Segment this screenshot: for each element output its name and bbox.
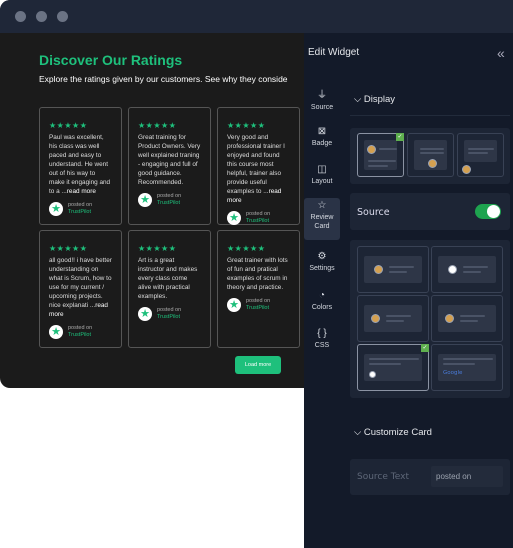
review-body: Art is a great instructor and makes ever… [138,257,198,300]
window-dot-icon [36,11,47,22]
nav-label: Review Card [310,214,334,230]
source-text-row: Source Text [350,459,510,495]
nav-settings[interactable]: ⚙ Settings [304,249,340,273]
customize-card-label: Customize Card [363,427,432,438]
rating-stars: ★★★★★ [138,244,177,253]
trustpilot-star-icon: ★ [227,211,241,225]
posted-on-label: posted on [157,193,182,199]
nav-css[interactable]: { } CSS [304,326,340,350]
customize-card-section-header[interactable]: ⌵ Customize Card [354,427,432,438]
source-text-label: Source Text [357,472,409,482]
review-text: Paul was excellent, his class was well p… [49,133,112,196]
source-name[interactable]: TrustPilot [246,305,270,312]
display-option-3[interactable] [457,133,504,177]
rating-stars: ★★★★★ [49,121,88,130]
nav-layout[interactable]: ◫ Layout [304,162,340,186]
rating-stars: ★★★★★ [227,121,266,130]
source-toggle-label: Source [357,207,390,218]
nav-label: Badge [311,140,333,147]
source-toggle[interactable] [475,204,501,219]
layout-icon: ◫ [317,164,327,175]
window-dot-icon [15,11,26,22]
selected-check-icon: ✓ [396,133,404,141]
trustpilot-star-icon: ★ [138,307,152,321]
google-icon [448,265,457,274]
rating-stars: ★★★★★ [138,121,177,130]
source-name[interactable]: TrustPilot [68,332,92,339]
read-more-link[interactable]: read more [67,188,96,195]
rating-stars: ★★★★★ [227,244,266,253]
review-text: Art is a great instructor and makes ever… [138,256,201,301]
review-body: Very good and professional trainer I enj… [227,134,285,195]
review-text: Great training for Product Owners. Very … [138,133,201,187]
badge-icon: ⊠ [317,126,327,137]
review-card: ★★★★★ Great trainer with lots of fun and… [217,230,300,348]
preview-window: Discover Our Ratings Explore the ratings… [0,0,320,388]
nav-label: CSS [314,342,330,349]
trustpilot-star-icon: ★ [138,193,152,207]
posted-on-label: posted on [157,307,182,313]
trustpilot-star-icon: ★ [49,202,63,216]
nav-colors[interactable]: ◔ Colors [304,288,340,312]
posted-on-label: posted on [68,325,93,331]
posted-on-label: posted on [68,202,93,208]
card-style-5[interactable]: ✓ [357,344,429,391]
source-name[interactable]: TrustPilot [246,218,270,225]
review-card: ★★★★★ Paul was excellent, his class was … [39,107,122,225]
google-logo: Google [443,370,463,376]
display-options: ✓ [350,128,510,184]
settings-icon: ⚙ [317,251,327,262]
nav-badge[interactable]: ⊠ Badge [304,124,340,148]
review-text: all good!! i have better understanding o… [49,256,112,319]
nav-source[interactable]: ⏚ Source [304,88,340,112]
source-text-input[interactable] [431,466,503,487]
window-titlebar [0,0,320,33]
nav-label: Layout [311,178,333,185]
display-option-2[interactable] [407,133,454,177]
collapse-icon[interactable]: « [497,45,505,61]
trustpilot-star-icon: ★ [227,298,241,312]
source-name[interactable]: TrustPilot [157,314,181,321]
widget-subtitle: Explore the ratings given by our custome… [39,74,288,84]
display-label: Display [363,94,395,105]
panel-title: Edit Widget [308,47,360,58]
trustpilot-star-icon: ★ [49,325,63,339]
selected-check-icon: ✓ [421,344,429,352]
display-option-1[interactable]: ✓ [357,133,404,177]
window-dot-icon [57,11,68,22]
card-style-1[interactable] [357,246,429,293]
load-more-button[interactable]: Load more [235,356,281,374]
review-card: ★★★★★ all good!! i have better understan… [39,230,122,348]
card-style-6[interactable]: Google [431,344,503,391]
nav-label: Settings [309,265,335,272]
rating-stars: ★★★★★ [49,244,88,253]
review-card-styles: ✓ Google [350,240,510,398]
review-card: ★★★★★ Art is a great instructor and make… [128,230,211,348]
review-text: Great trainer with lots of fun and prati… [227,256,290,292]
review-body: Paul was excellent, his class was well p… [49,134,111,195]
card-style-4[interactable] [431,295,503,342]
display-section-header[interactable]: ⌵ Display [354,94,395,105]
source-name[interactable]: TrustPilot [157,200,181,207]
source-toggle-row: Source [350,193,510,230]
widget-title: Discover Our Ratings [39,52,183,68]
nav-review-card[interactable]: ☆ Review Card [304,198,340,240]
posted-on-label: posted on [246,211,271,217]
review-card: ★★★★★ Great training for Product Owners.… [128,107,211,225]
colors-icon: ◔ [318,290,326,301]
review-text: Very good and professional trainer I enj… [227,133,290,205]
nav-label: Colors [311,304,333,311]
css-icon: { } [317,328,327,339]
source-name[interactable]: TrustPilot [68,209,92,216]
nav-label: Source [310,104,334,111]
source-icon: ⏚ [317,90,327,101]
review-body: Great training for Product Owners. Very … [138,134,201,186]
review-card: ★★★★★ Very good and professional trainer… [217,107,300,225]
posted-on-label: posted on [246,298,271,304]
google-icon [369,371,376,378]
card-style-3[interactable] [357,295,429,342]
card-style-2[interactable] [431,246,503,293]
review-body: Great trainer with lots of fun and prati… [227,257,288,291]
review-card-icon: ☆ [317,200,327,211]
